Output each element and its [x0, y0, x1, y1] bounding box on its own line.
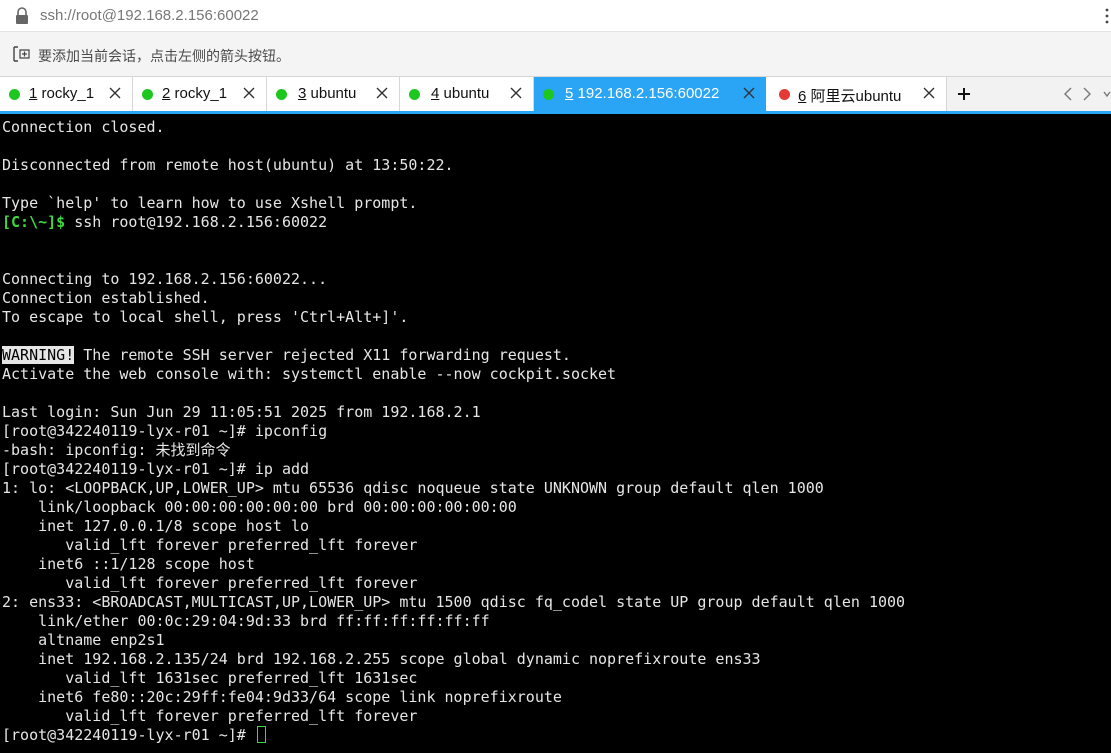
terminal-line: inet 192.168.2.135/24 brd 192.168.2.255 … — [2, 650, 761, 668]
tab-label: ubuntu — [439, 85, 490, 102]
terminal-cursor — [256, 726, 266, 743]
status-dot-icon — [9, 89, 20, 100]
tab-label: ubuntu — [306, 85, 357, 102]
terminal-line: 1: lo: <LOOPBACK,UP,LOWER_UP> mtu 65536 … — [2, 479, 824, 497]
lock-icon — [16, 7, 28, 24]
warning-label: WARNING! — [2, 346, 75, 364]
terminal-line: inet 127.0.0.1/8 scope host lo — [2, 517, 310, 535]
terminal-line: -bash: ipconfig: 未找到命令 — [2, 441, 231, 459]
chevron-left-icon[interactable] — [1063, 87, 1073, 101]
tab-label: 192.168.2.156:60022 — [573, 85, 720, 102]
terminal-pane[interactable]: Connection closed. Disconnected from rem… — [0, 111, 1111, 753]
close-tab-icon[interactable] — [510, 87, 522, 99]
terminal-line: [C:\~]$ ssh root@192.168.2.156:60022 — [2, 213, 327, 232]
tab-1[interactable]: 1 rocky_1 — [0, 77, 133, 111]
terminal-line: Connection closed. — [2, 118, 165, 136]
terminal-line: 2: ens33: <BROADCAST,MULTICAST,UP,LOWER_… — [2, 593, 906, 611]
shell-prompt: [root@342240119-lyx-r01 ~]# — [2, 726, 255, 744]
terminal-line: altname enp2s1 — [2, 631, 165, 649]
close-tab-icon[interactable] — [243, 87, 255, 99]
tab-4[interactable]: 4 ubuntu — [400, 77, 534, 111]
terminal-line: To escape to local shell, press 'Ctrl+Al… — [2, 308, 409, 326]
terminal-line: Last login: Sun Jun 29 11:05:51 2025 fro… — [2, 403, 481, 421]
tab-bar: 1 rocky_1 2 rocky_1 3 ubuntu 4 ubuntu 5 … — [0, 76, 1111, 111]
terminal-line: Connecting to 192.168.2.156:60022... — [2, 270, 328, 288]
tab-label: rocky_1 — [170, 85, 228, 102]
tab-label: 阿里云ubuntu — [806, 88, 902, 105]
tab-2[interactable]: 2 rocky_1 — [133, 77, 267, 111]
status-dot-icon — [142, 89, 153, 100]
status-dot-icon — [779, 89, 790, 100]
tab-menu-icon[interactable] — [1103, 87, 1111, 101]
terminal-line: WARNING! The remote SSH server rejected … — [2, 346, 571, 365]
hint-text: 要添加当前会话，点击左侧的箭头按钮。 — [38, 48, 290, 64]
close-tab-icon[interactable] — [923, 87, 935, 99]
terminal-line: valid_lft 1631sec preferred_lft 1631sec — [2, 669, 418, 687]
address-text[interactable]: ssh://root@192.168.2.156:60022 — [40, 7, 259, 24]
more-icon[interactable] — [1101, 6, 1111, 26]
tab-6[interactable]: 6 阿里云ubuntu — [766, 77, 947, 111]
terminal-line: Connection established. — [2, 289, 210, 307]
status-dot-icon — [409, 89, 420, 100]
status-dot-icon — [276, 89, 287, 100]
close-tab-icon[interactable] — [376, 87, 388, 99]
command-text: ssh root@192.168.2.156:60022 — [65, 213, 328, 231]
terminal-line: valid_lft forever preferred_lft forever — [2, 574, 418, 592]
status-dot-icon — [543, 89, 554, 100]
warning-text: The remote SSH server rejected X11 forwa… — [74, 346, 571, 364]
terminal-line: inet6 fe80::20c:29ff:fe04:9d33/64 scope … — [2, 688, 562, 706]
terminal-prompt-line[interactable]: [root@342240119-lyx-r01 ~]# — [2, 726, 266, 745]
close-tab-icon[interactable] — [109, 87, 121, 99]
terminal-line: [root@342240119-lyx-r01 ~]# ipconfig — [2, 422, 328, 440]
close-tab-icon[interactable] — [743, 87, 755, 99]
new-tab-plus-icon[interactable] — [956, 86, 972, 102]
terminal-line: valid_lft forever preferred_lft forever — [2, 536, 418, 554]
terminal-line: inet6 ::1/128 scope host — [2, 555, 255, 573]
chevron-right-icon[interactable] — [1082, 87, 1092, 101]
terminal-line: link/ether 00:0c:29:04:9d:33 brd ff:ff:f… — [2, 612, 490, 630]
tab-label: rocky_1 — [37, 85, 95, 102]
terminal-line: Type `help' to learn how to use Xshell p… — [2, 194, 418, 212]
terminal-line: [root@342240119-lyx-r01 ~]# ip add — [2, 460, 310, 478]
terminal-line: Activate the web console with: systemctl… — [2, 365, 617, 383]
address-bar[interactable]: ssh://root@192.168.2.156:60022 — [0, 0, 1111, 32]
local-prompt: [C:\~]$ — [2, 213, 66, 231]
session-hint-bar: 要添加当前会话，点击左侧的箭头按钮。 — [0, 32, 1111, 76]
terminal-line: valid_lft forever preferred_lft forever — [2, 707, 418, 725]
terminal-line: link/loopback 00:00:00:00:00:00 brd 00:0… — [2, 498, 517, 516]
tab-3[interactable]: 3 ubuntu — [267, 77, 400, 111]
tab-5-active[interactable]: 5 192.168.2.156:60022 — [534, 77, 766, 111]
add-session-arrow-icon[interactable] — [12, 45, 32, 63]
terminal-line: Disconnected from remote host(ubuntu) at… — [2, 156, 454, 174]
